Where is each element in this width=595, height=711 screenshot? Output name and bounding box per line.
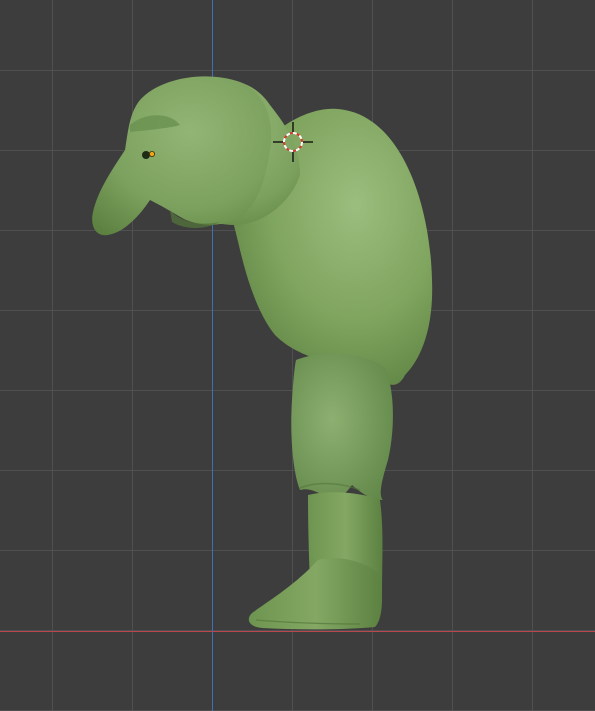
eye <box>142 151 150 159</box>
foot <box>248 558 383 630</box>
thigh <box>291 353 393 500</box>
head <box>92 76 272 236</box>
origin-dot <box>148 150 155 157</box>
character-mesh[interactable] <box>0 0 595 711</box>
3d-viewport[interactable] <box>0 0 595 711</box>
